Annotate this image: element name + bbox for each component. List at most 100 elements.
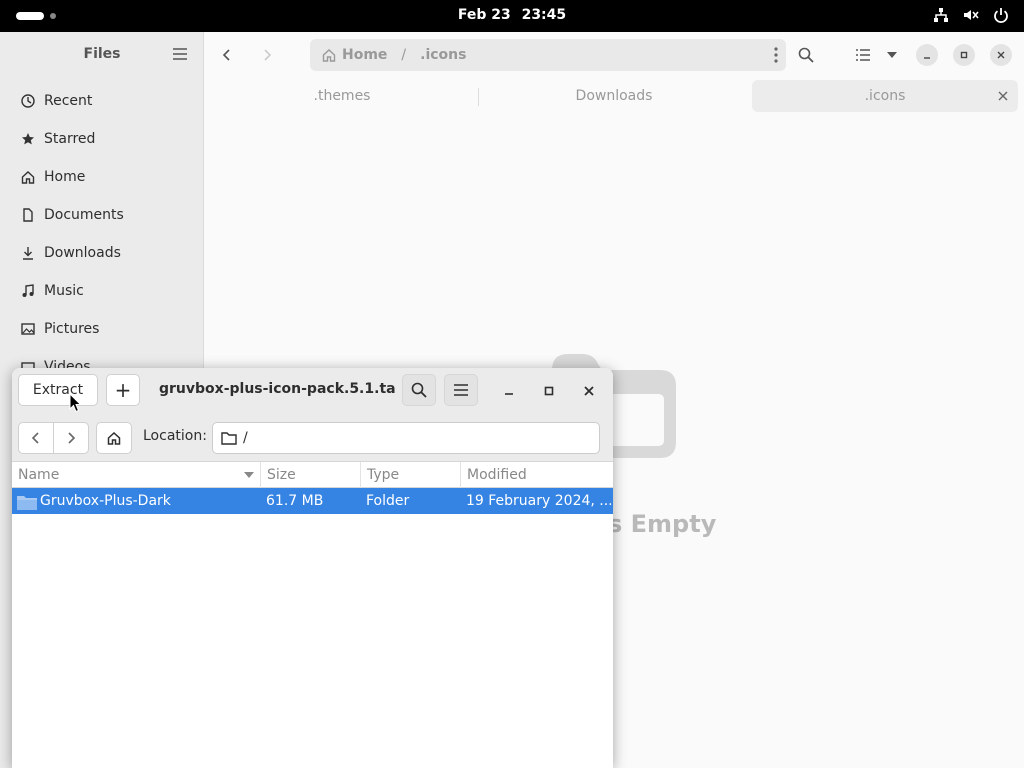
sidebar-item-label: Starred: [44, 131, 96, 147]
path-separator: /: [401, 47, 407, 63]
picture-icon: [20, 321, 36, 337]
chevron-left-icon: [222, 49, 230, 61]
back-button[interactable]: [216, 44, 238, 66]
folder-icon: [17, 496, 37, 510]
list-view-icon[interactable]: [852, 44, 874, 66]
star-icon: [20, 131, 36, 147]
minimize-button[interactable]: [916, 44, 938, 66]
sidebar-item-label: Music: [44, 283, 84, 299]
tab-bar: .themes Downloads .icons: [204, 78, 1024, 114]
sidebar-item-recent[interactable]: Recent: [0, 82, 204, 120]
home-icon: [20, 169, 36, 185]
extract-button[interactable]: Extract: [18, 374, 98, 406]
path-current[interactable]: .icons: [420, 47, 466, 63]
path-home-button[interactable]: Home: [322, 47, 387, 63]
home-icon: [107, 431, 121, 445]
clock[interactable]: Feb 23 23:45: [0, 7, 1024, 23]
search-icon[interactable]: [795, 44, 817, 66]
cell-modified: 19 February 2024, ...: [466, 493, 611, 509]
top-bar: Feb 23 23:45: [0, 0, 1024, 32]
column-label: Name: [18, 467, 60, 483]
forward-button[interactable]: [256, 44, 278, 66]
volume-muted-icon[interactable]: [962, 6, 980, 24]
music-icon: [20, 283, 36, 299]
column-header-name[interactable]: Name: [12, 462, 261, 488]
column-header-row: Name Size Type Modified: [12, 462, 613, 488]
column-header-type[interactable]: Type: [361, 462, 461, 488]
column-header-size[interactable]: Size: [261, 462, 361, 488]
column-label: Type: [367, 467, 400, 483]
sidebar-item-label: Home: [44, 169, 86, 185]
sidebar-item-documents[interactable]: Documents: [0, 196, 204, 234]
clock-date: Feb 23: [457, 7, 511, 23]
location-value: /: [243, 430, 248, 446]
table-row[interactable]: Gruvbox-Plus-Dark 61.7 MB Folder 19 Febr…: [12, 488, 613, 514]
tab-label: Downloads: [575, 88, 653, 104]
sidebar-item-label: Recent: [44, 93, 93, 109]
search-button[interactable]: [402, 374, 436, 406]
home-icon: [322, 49, 336, 62]
tab-themes[interactable]: .themes: [214, 80, 470, 112]
clock-icon: [20, 93, 36, 109]
archive-minimize-button[interactable]: [498, 380, 520, 402]
chevron-left-icon: [31, 432, 39, 444]
maximize-button[interactable]: [953, 44, 975, 66]
path-home-label: Home: [342, 47, 388, 63]
location-label: Location:: [143, 428, 207, 444]
hamburger-menu-icon: [454, 384, 468, 396]
archive-maximize-button[interactable]: [538, 380, 560, 402]
clock-time: 23:45: [521, 7, 567, 23]
chevron-right-icon: [68, 432, 76, 444]
close-icon: [584, 386, 594, 396]
archive-header-bar: Extract + gruvbox-plus-icon-pack.5.1.tar…: [12, 368, 613, 414]
cell-name: Gruvbox-Plus-Dark: [40, 493, 171, 509]
power-icon[interactable]: [992, 6, 1010, 24]
more-options-icon[interactable]: [774, 47, 778, 67]
archive-manager-window: Extract + gruvbox-plus-icon-pack.5.1.tar…: [12, 368, 613, 768]
tab-label: .themes: [313, 88, 371, 104]
tab-label: .icons: [864, 88, 906, 104]
document-icon: [20, 207, 36, 223]
system-tray[interactable]: [932, 6, 1010, 24]
hamburger-menu-icon[interactable]: [172, 46, 190, 64]
network-icon[interactable]: [932, 6, 950, 24]
path-bar[interactable]: Home / .icons: [310, 39, 786, 71]
tab-icons[interactable]: .icons: [752, 80, 1018, 112]
tab-close-icon[interactable]: [998, 89, 1008, 105]
search-icon: [411, 382, 427, 398]
header-bar: Home / .icons: [204, 32, 1024, 78]
column-label: Size: [267, 467, 296, 483]
main-menu-button[interactable]: [444, 374, 478, 406]
cell-type: Folder: [366, 493, 410, 509]
mouse-pointer-icon: [69, 393, 81, 413]
archive-close-button[interactable]: [578, 380, 600, 402]
home-button[interactable]: [96, 422, 132, 454]
back-button[interactable]: [18, 422, 54, 454]
maximize-icon: [960, 51, 968, 59]
sidebar-item-downloads[interactable]: Downloads: [0, 234, 204, 272]
folder-icon: [221, 432, 237, 445]
chevron-right-icon: [264, 49, 272, 61]
close-button[interactable]: [990, 44, 1012, 66]
sidebar-item-pictures[interactable]: Pictures: [0, 310, 204, 348]
tab-divider: [478, 88, 479, 106]
sidebar-item-music[interactable]: Music: [0, 272, 204, 310]
location-toolbar: Location: /: [12, 414, 613, 462]
sort-descending-icon: [244, 472, 254, 478]
cell-size: 61.7 MB: [266, 493, 324, 509]
add-files-button[interactable]: +: [106, 374, 140, 406]
close-icon: [997, 51, 1005, 59]
maximize-icon: [544, 386, 554, 396]
minimize-icon: [924, 57, 930, 59]
minimize-icon: [505, 393, 513, 395]
sidebar-item-home[interactable]: Home: [0, 158, 204, 196]
forward-button[interactable]: [53, 422, 89, 454]
sidebar-item-starred[interactable]: Starred: [0, 120, 204, 158]
column-label: Modified: [467, 467, 527, 483]
column-header-modified[interactable]: Modified: [461, 462, 613, 488]
sidebar-item-label: Pictures: [44, 321, 100, 337]
tab-downloads[interactable]: Downloads: [486, 80, 742, 112]
view-options-dropdown-icon[interactable]: [881, 44, 903, 66]
location-field[interactable]: /: [212, 422, 600, 454]
window-title: gruvbox-plus-icon-pack.5.1.tar...: [159, 381, 395, 397]
